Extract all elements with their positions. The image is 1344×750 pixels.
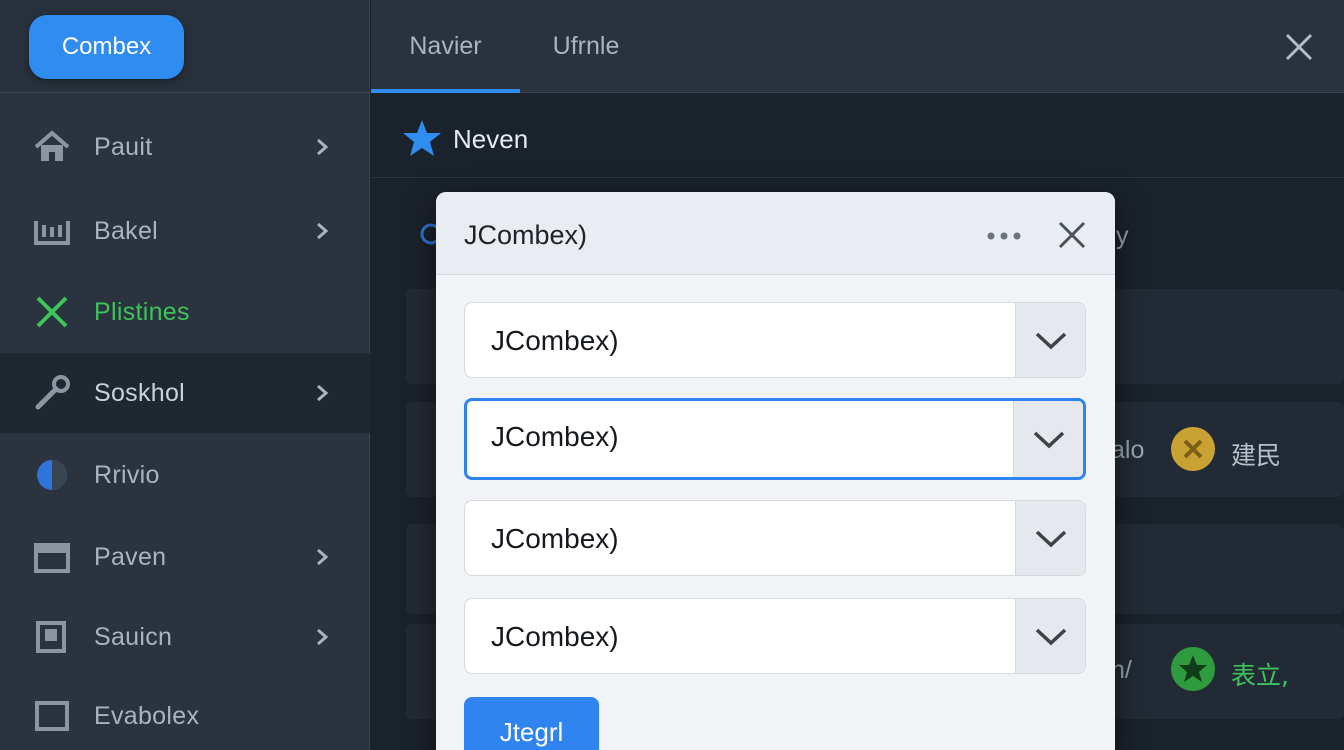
dialog-header: JCombex) [436, 192, 1115, 275]
combo-box[interactable]: JCombex) [464, 598, 1086, 674]
sidebar-item-bakel[interactable]: Bakel [0, 191, 370, 271]
chevron-down-icon[interactable] [1015, 501, 1085, 575]
sidebar-item-label: Paven [94, 542, 167, 571]
sidebar-item-label: Evabolex [94, 701, 200, 730]
content-header: Neven [371, 94, 1344, 178]
coin-icon [1171, 427, 1215, 471]
sidebar-item-plistines[interactable]: Plistines [0, 272, 370, 352]
document-icon [32, 617, 72, 657]
chevron-right-icon [312, 137, 332, 157]
sidebar-header: Combex [0, 0, 369, 93]
combo-value: JCombex) [491, 421, 619, 452]
sidebar-item-label: Rrivio [94, 460, 160, 489]
sidebar-item-rrivio[interactable]: Rrivio [0, 435, 370, 515]
chevron-right-icon [312, 547, 332, 567]
chevron-down-icon[interactable] [1015, 599, 1085, 673]
wallet-icon [32, 537, 72, 577]
chevron-down-icon[interactable] [1015, 303, 1085, 377]
page-title: Neven [453, 124, 529, 154]
chevron-right-icon [312, 221, 332, 241]
combo-value: JCombex) [491, 621, 619, 652]
close-x-icon [32, 292, 72, 332]
sidebar-item-evabolex[interactable]: Evabolex [0, 676, 370, 750]
sidebar-item-sauicn[interactable]: Sauicn [0, 597, 370, 677]
dialog-title: JCombex) [464, 220, 588, 250]
combo-box-focused[interactable]: JCombex) [464, 398, 1086, 480]
combo-value: JCombex) [491, 523, 619, 554]
home-icon [32, 127, 72, 167]
sidebar-item-paven[interactable]: Paven [0, 517, 370, 597]
star-icon [401, 118, 443, 158]
wrench-icon [32, 373, 72, 413]
tab-ufrnle[interactable]: Ufrnle [531, 0, 641, 93]
tools-icon [32, 211, 72, 251]
chevron-right-icon [312, 627, 332, 647]
sidebar-item-label: Plistines [94, 297, 190, 326]
row-badge: 表立, [1231, 661, 1289, 690]
combo-box[interactable]: JCombex) [464, 500, 1086, 576]
sidebar-item-label: Sauicn [94, 622, 173, 651]
sidebar: Combex Pauit Bakel Plistines Soskhol Rri… [0, 0, 370, 750]
primary-button[interactable]: Jtegrl [464, 697, 599, 750]
combo-value: JCombex) [491, 325, 619, 356]
row-badge: 建民 [1231, 441, 1282, 470]
chevron-down-icon[interactable] [1013, 401, 1083, 477]
square-icon [32, 696, 72, 736]
row-text: alo [1111, 436, 1145, 464]
close-icon[interactable] [1056, 219, 1088, 251]
chevron-right-icon [312, 383, 332, 403]
combobox-dialog: JCombex) JCombex) JCombex) JCombex) JCom… [436, 192, 1115, 750]
sidebar-item-label: Pauit [94, 132, 153, 161]
top-tab-bar: Navier Ufrnle [371, 0, 1344, 93]
sidebar-item-label: Bakel [94, 216, 159, 245]
close-icon[interactable] [1284, 32, 1314, 62]
brand-button[interactable]: Combex [29, 15, 184, 79]
more-icon[interactable] [986, 228, 1022, 240]
sidebar-item-label: Soskhol [94, 378, 186, 407]
row-text: y [1116, 222, 1129, 250]
circle-icon [32, 455, 72, 495]
combo-box[interactable]: JCombex) [464, 302, 1086, 378]
tab-navier[interactable]: Navier [371, 0, 520, 93]
sidebar-item-pauit[interactable]: Pauit [0, 107, 370, 187]
sidebar-item-soskhol[interactable]: Soskhol [0, 353, 370, 433]
star-badge-icon [1171, 647, 1215, 691]
